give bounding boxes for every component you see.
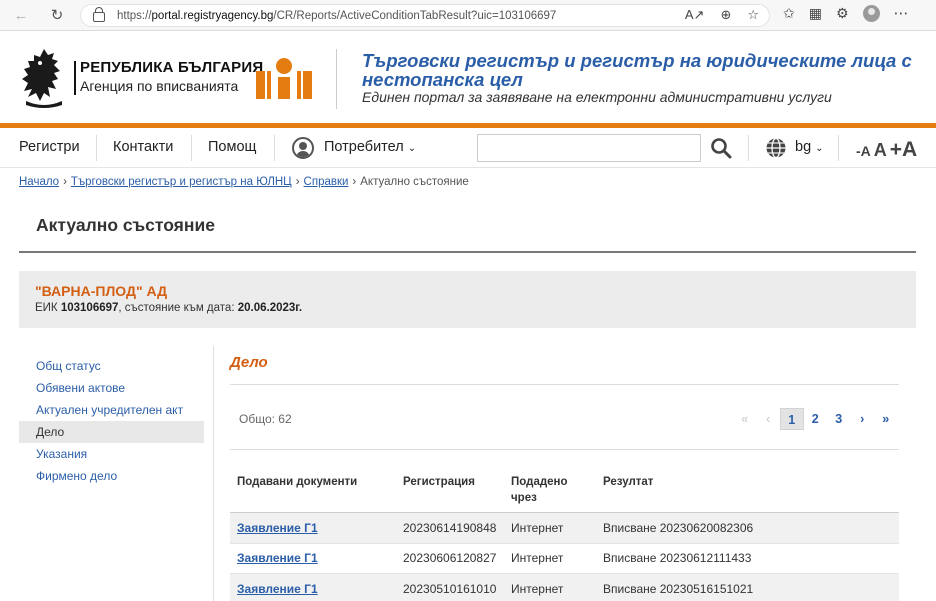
company-name: "ВАРНА-ПЛОД" АД	[35, 283, 168, 299]
read-aloud-icon[interactable]: A↗	[685, 7, 705, 23]
profile-avatar-icon[interactable]	[862, 4, 880, 22]
zoom-icon[interactable]: ⊕	[720, 7, 731, 23]
table-row: Заявление Г1 20230614190848 Интернет Впи…	[230, 513, 899, 543]
column-header-registration: Регистрация	[403, 476, 475, 488]
browser-toolbar: ← ↻ https://portal.registryagency.bg/CR/…	[0, 0, 936, 31]
sidebar-item-instructions[interactable]: Указания	[19, 443, 204, 465]
language-label: bg	[795, 139, 812, 155]
page-title: Актуално състояние	[36, 215, 215, 235]
globe-icon[interactable]	[765, 137, 787, 159]
user-icon[interactable]	[292, 137, 314, 159]
page-last-button[interactable]: »	[874, 408, 898, 430]
chevron-down-icon: ⌄	[815, 143, 824, 154]
agency-label: Агенция по вписванията	[80, 78, 239, 94]
breadcrumb: Начало › Търговски регистър и регистър на …	[19, 176, 469, 188]
font-increase-button[interactable]: +A	[890, 138, 917, 162]
nav-contacts[interactable]: Контакти	[113, 139, 173, 155]
registration-cell: 20230606120827	[403, 551, 497, 565]
nav-help[interactable]: Помощ	[208, 139, 256, 155]
column-header-result: Резултат	[603, 476, 654, 488]
sidebar-item-articles[interactable]: Актуален учредителен акт	[19, 399, 204, 421]
page-3-button[interactable]: 3	[827, 408, 851, 430]
page-prev-button[interactable]: ‹	[757, 408, 781, 430]
result-cell: Вписване 20230620082306	[603, 521, 754, 535]
document-link[interactable]: Заявление Г1	[237, 521, 318, 535]
breadcrumb-home[interactable]: Начало	[19, 176, 59, 188]
company-summary: "ВАРНА-ПЛОД" АД ЕИК 103106697, състояние…	[19, 271, 916, 328]
via-cell: Интернет	[511, 521, 564, 535]
document-link[interactable]: Заявление Г1	[237, 551, 318, 565]
user-label: Потребител	[324, 139, 404, 155]
section-title: Дело	[230, 354, 268, 371]
registry-logo-icon[interactable]	[254, 57, 314, 101]
result-cell: Вписване 20230612111433	[603, 551, 752, 565]
lock-icon	[93, 6, 105, 22]
lion-crest-icon[interactable]	[18, 47, 70, 109]
breadcrumb-current: Актуално състояние	[360, 176, 469, 188]
column-header-documents: Подавани документи	[237, 476, 358, 488]
total-count: Общо: 62	[239, 412, 292, 426]
column-header-submitted-via: Подадено чрез	[511, 476, 568, 504]
table-row: Заявление Г1 20230606120827 Интернет Впи…	[230, 543, 899, 573]
republic-label: РЕПУБЛИКА БЪЛГАРИЯ	[80, 59, 264, 76]
breadcrumb-commercial-register[interactable]: Търговски регистър и регистър на ЮЛНЦ	[71, 176, 292, 188]
nav-user-menu[interactable]: Потребител ⌄	[324, 139, 416, 155]
table-row: Заявление Г1 20230510161010 Интернет Впи…	[230, 574, 899, 601]
via-cell: Интернет	[511, 551, 564, 565]
favorites-icon[interactable]: ✩	[783, 5, 795, 22]
sidebar-item-announced-acts[interactable]: Обявени актове	[19, 377, 204, 399]
sidebar-item-case[interactable]: Дело	[19, 421, 204, 443]
language-selector[interactable]: bg ⌄	[795, 139, 824, 155]
page-first-button[interactable]: «	[733, 408, 757, 430]
page-1-button[interactable]: 1	[780, 408, 804, 430]
pagination: « ‹ 1 2 3 › »	[733, 408, 898, 430]
page-2-button[interactable]: 2	[804, 408, 828, 430]
agency-name[interactable]: РЕПУБЛИКА БЪЛГАРИЯ Агенция по вписваният…	[74, 59, 264, 95]
more-menu-icon[interactable]: ⋯	[894, 4, 910, 22]
registration-cell: 20230614190848	[403, 521, 497, 535]
extensions-icon[interactable]: ⚙	[836, 5, 849, 22]
url-text: https://portal.registryagency.bg/CR/Repo…	[117, 9, 557, 22]
chevron-down-icon: ⌄	[407, 143, 417, 154]
result-cell: Вписване 20230516151021	[603, 582, 754, 596]
font-size-controls: -A A +A	[856, 138, 917, 162]
site-header: РЕПУБЛИКА БЪЛГАРИЯ Агенция по вписваният…	[0, 31, 936, 123]
sidebar-item-general-status[interactable]: Общ статус	[19, 355, 204, 377]
portal-subtitle: Единен портал за заявяване на електронни…	[362, 89, 832, 105]
search-icon[interactable]	[710, 137, 732, 159]
collections-icon[interactable]: ▦	[809, 5, 822, 22]
font-decrease-button[interactable]: -A	[856, 143, 871, 159]
portal-title: Търговски регистър и регистър на юридиче…	[362, 50, 912, 90]
sidebar: Общ статус Обявени актове Актуален учред…	[19, 355, 204, 487]
font-normal-button[interactable]: A	[874, 140, 887, 161]
company-meta: ЕИК 103106697, състояние към дата: 20.06…	[35, 302, 303, 314]
registration-cell: 20230510161010	[403, 582, 497, 596]
sidebar-item-company-file[interactable]: Фирмено дело	[19, 465, 204, 487]
page-next-button[interactable]: ›	[851, 408, 875, 430]
address-bar[interactable]: https://portal.registryagency.bg/CR/Repo…	[80, 4, 770, 27]
main-nav: Регистри Контакти Помощ Потребител ⌄ bg …	[0, 128, 936, 168]
back-arrow-icon[interactable]: ←	[10, 4, 32, 26]
breadcrumb-reports[interactable]: Справки	[304, 176, 349, 188]
reload-icon[interactable]: ↻	[46, 4, 68, 26]
via-cell: Интернет	[511, 582, 564, 596]
search-input[interactable]	[477, 134, 701, 162]
document-link[interactable]: Заявление Г1	[237, 582, 318, 596]
nav-registers[interactable]: Регистри	[19, 139, 80, 155]
favorite-star-icon[interactable]: ☆	[747, 7, 759, 23]
